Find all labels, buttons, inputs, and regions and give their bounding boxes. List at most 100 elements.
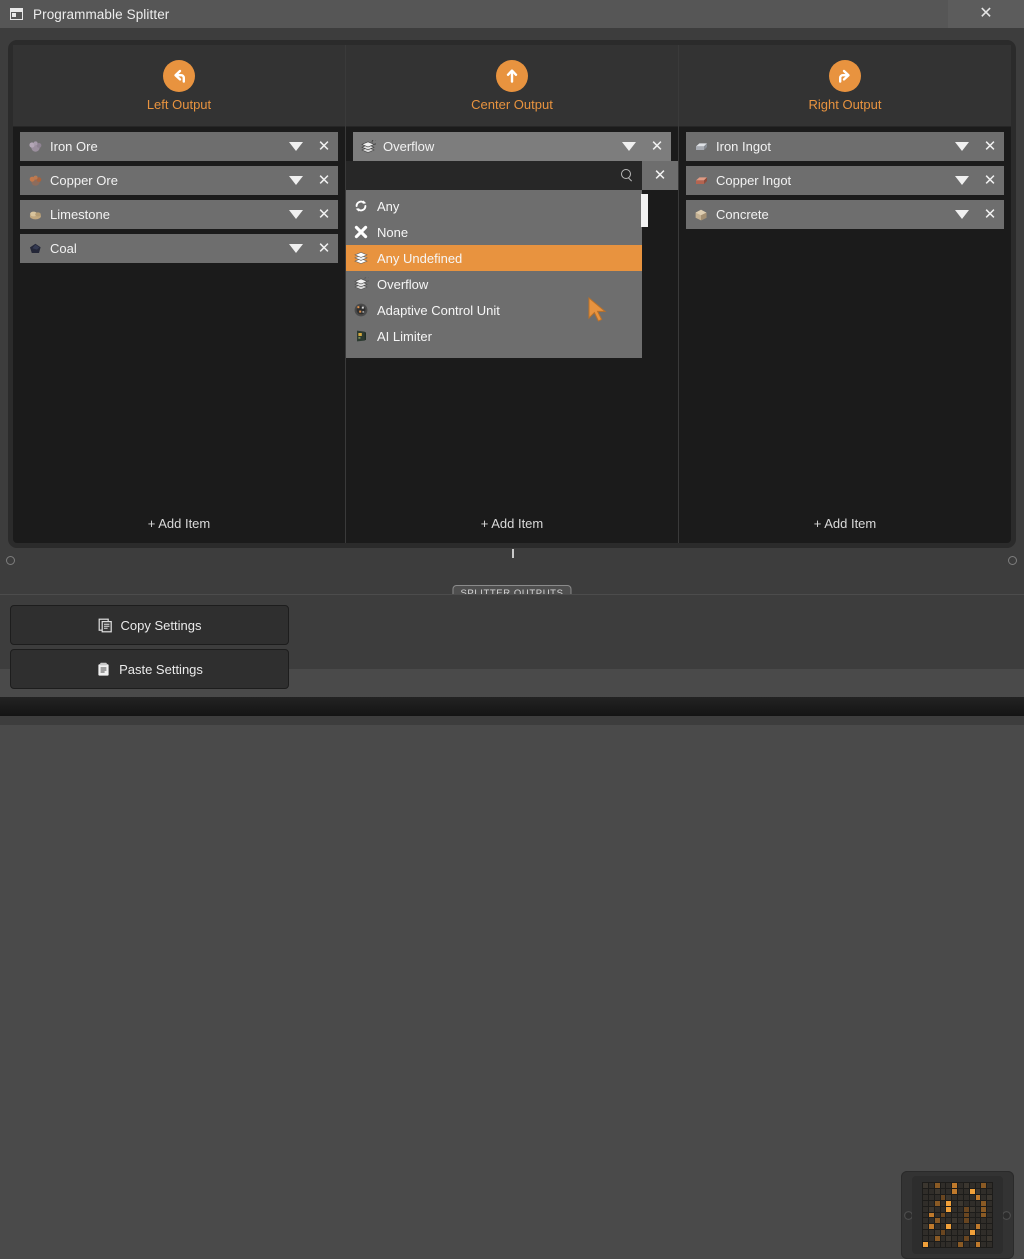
- dropdown-option-label: Any Undefined: [377, 250, 463, 266]
- dropdown-search-row: ✕: [346, 161, 678, 190]
- dropdown-option-overflow[interactable]: Overflow: [346, 271, 642, 297]
- led-cell: [934, 1236, 940, 1242]
- led-cell: [969, 1194, 975, 1200]
- clipboard-icon: [96, 662, 111, 677]
- item-dropdown-button[interactable]: [282, 166, 310, 195]
- add-item-button-center[interactable]: + Add Item: [346, 503, 678, 543]
- dropdown-option-none[interactable]: None: [346, 219, 642, 245]
- dropdown-option-any-undefined[interactable]: Any Undefined: [346, 245, 642, 271]
- table-row[interactable]: Overflow ✕: [353, 132, 671, 161]
- overflow-icon: [352, 276, 370, 292]
- any-undefined-layers-icon: [352, 250, 370, 266]
- item-dropdown-button[interactable]: [948, 200, 976, 229]
- led-cell: [958, 1194, 963, 1200]
- copy-icon: [98, 618, 113, 633]
- led-cell: [975, 1242, 981, 1247]
- close-icon: ✕: [983, 172, 997, 189]
- item-dropdown-button[interactable]: [948, 132, 976, 161]
- add-item-button-left[interactable]: + Add Item: [13, 503, 345, 543]
- led-cell: [969, 1212, 975, 1218]
- led-cell: [975, 1236, 981, 1242]
- led-cell: [934, 1200, 940, 1206]
- chevron-down-icon: [955, 176, 969, 185]
- search-input[interactable]: [352, 161, 616, 190]
- led-cell: [923, 1230, 928, 1236]
- led-cell: [934, 1206, 940, 1212]
- dropdown-option-any[interactable]: Any: [346, 193, 642, 219]
- item-remove-button[interactable]: ✕: [643, 132, 671, 161]
- led-cell: [958, 1200, 963, 1206]
- led-cell: [958, 1242, 963, 1247]
- led-cell: [975, 1188, 981, 1194]
- led-cell: [969, 1183, 975, 1188]
- add-item-button-right[interactable]: + Add Item: [679, 503, 1011, 543]
- item-dropdown-button[interactable]: [282, 200, 310, 229]
- table-row[interactable]: Iron Ore ✕: [20, 132, 338, 161]
- table-row[interactable]: Copper Ore ✕: [20, 166, 338, 195]
- led-cell: [946, 1236, 952, 1242]
- led-cell: [975, 1218, 981, 1224]
- dropdown-close-button[interactable]: ✕: [642, 161, 678, 190]
- led-cell: [928, 1224, 934, 1230]
- led-cell: [923, 1224, 928, 1230]
- column-header-center: Center Output: [346, 45, 678, 127]
- arrow-turn-left-icon: [163, 59, 195, 92]
- led-cell: [923, 1218, 928, 1224]
- item-list-center: Overflow ✕ ✕ Any None Any Undefined Over…: [346, 127, 678, 503]
- paste-settings-button[interactable]: Paste Settings: [10, 649, 289, 689]
- led-cell: [928, 1242, 934, 1247]
- item-dropdown-button[interactable]: [282, 234, 310, 263]
- led-cell: [923, 1212, 928, 1218]
- item-dropdown-panel: ✕ Any None Any Undefined Overflow Adapti…: [346, 161, 678, 358]
- led-cell: [934, 1224, 940, 1230]
- table-row[interactable]: Iron Ingot ✕: [686, 132, 1004, 161]
- item-remove-button[interactable]: ✕: [310, 166, 338, 195]
- close-icon: ✕: [983, 206, 997, 223]
- item-label: Overflow: [383, 139, 435, 154]
- item-remove-button[interactable]: ✕: [976, 132, 1004, 161]
- table-row[interactable]: Concrete ✕: [686, 200, 1004, 229]
- coal-icon: [27, 242, 43, 256]
- item-label: Coal: [50, 241, 77, 256]
- resize-handle-right[interactable]: [1008, 556, 1017, 565]
- window-icon: [10, 8, 23, 20]
- table-row[interactable]: Limestone ✕: [20, 200, 338, 229]
- led-cell: [946, 1206, 952, 1212]
- led-matrix-panel: [901, 1171, 1014, 1259]
- led-cell: [946, 1242, 952, 1247]
- item-remove-button[interactable]: ✕: [310, 234, 338, 263]
- item-remove-button[interactable]: ✕: [976, 166, 1004, 195]
- item-remove-button[interactable]: ✕: [310, 200, 338, 229]
- table-row[interactable]: Coal ✕: [20, 234, 338, 263]
- dropdown-option-label: AI Limiter: [377, 328, 432, 344]
- dropdown-option-ai-limiter[interactable]: AI Limiter: [346, 323, 642, 349]
- dropdown-option-label: Overflow: [377, 276, 429, 292]
- led-cell: [940, 1236, 946, 1242]
- led-cell: [934, 1188, 940, 1194]
- item-dropdown-button[interactable]: [948, 166, 976, 195]
- item-label: Copper Ore: [50, 173, 118, 188]
- table-row[interactable]: Copper Ingot ✕: [686, 166, 1004, 195]
- led-cell: [987, 1188, 992, 1194]
- led-cell: [975, 1200, 981, 1206]
- led-cell: [946, 1218, 952, 1224]
- copy-settings-button[interactable]: Copy Settings: [10, 605, 289, 645]
- led-cell: [969, 1224, 975, 1230]
- led-cell: [940, 1183, 946, 1188]
- item-remove-button[interactable]: ✕: [976, 200, 1004, 229]
- led-cell: [987, 1183, 992, 1188]
- led-cell: [963, 1236, 969, 1242]
- item-remove-button[interactable]: ✕: [310, 132, 338, 161]
- item-dropdown-button[interactable]: [282, 132, 310, 161]
- dropdown-option-label: Adaptive Control Unit: [377, 302, 500, 318]
- close-icon: ✕: [653, 167, 667, 184]
- led-cell: [946, 1183, 952, 1188]
- dropdown-search-field[interactable]: [346, 161, 642, 190]
- close-button[interactable]: ✕: [948, 0, 1024, 28]
- resize-handle-left[interactable]: [6, 556, 15, 565]
- dropdown-scrollbar-thumb[interactable]: [641, 194, 648, 227]
- led-cell: [952, 1194, 957, 1200]
- item-dropdown-button[interactable]: [615, 132, 643, 161]
- led-cell: [923, 1200, 928, 1206]
- led-cell: [934, 1230, 940, 1236]
